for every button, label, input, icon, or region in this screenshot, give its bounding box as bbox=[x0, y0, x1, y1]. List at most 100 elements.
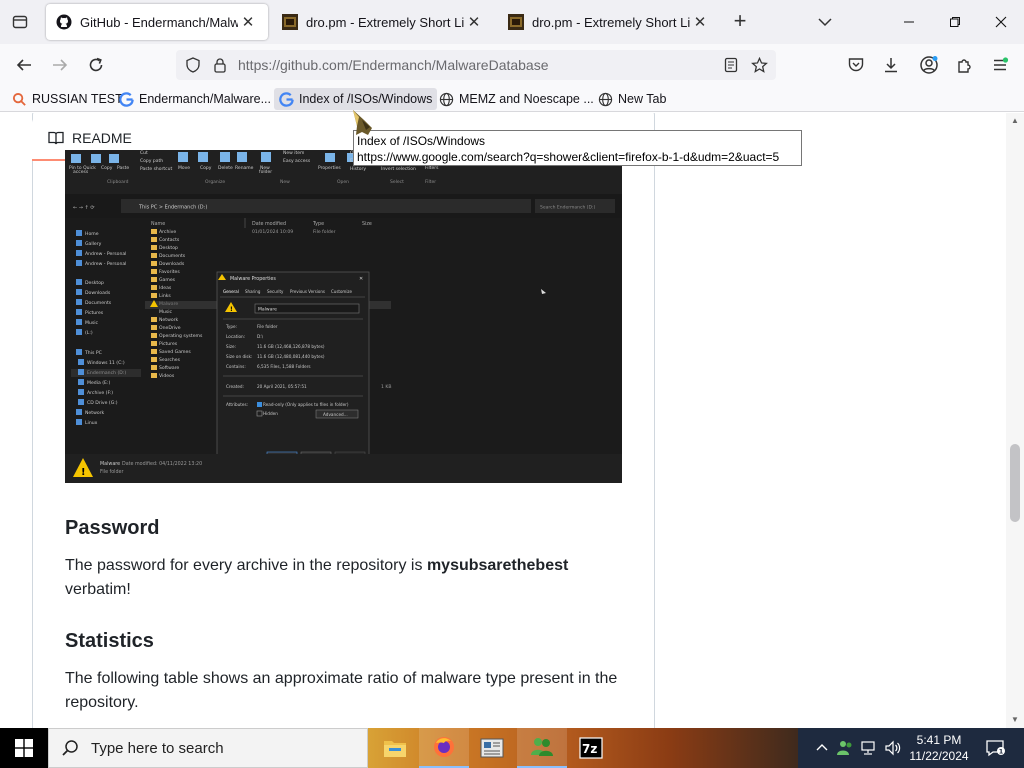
svg-text:✕: ✕ bbox=[359, 276, 363, 282]
bookmark-label: MEMZ and Noescape ... bbox=[459, 92, 594, 106]
reload-button[interactable] bbox=[82, 51, 110, 79]
svg-text:Malware: Malware bbox=[100, 461, 120, 467]
scroll-down-arrow-icon[interactable]: ▼ bbox=[1010, 715, 1020, 725]
start-button[interactable] bbox=[0, 728, 48, 768]
svg-text:File folder: File folder bbox=[100, 469, 124, 475]
svg-text:Delete: Delete bbox=[218, 165, 233, 171]
password-paragraph: The password for every archive in the re… bbox=[65, 554, 635, 602]
search-icon bbox=[62, 740, 78, 756]
new-tab-button[interactable]: + bbox=[728, 10, 752, 34]
pocket-icon bbox=[848, 58, 864, 72]
back-arrow-icon bbox=[16, 59, 31, 71]
close-tab-icon[interactable]: ✕ bbox=[690, 13, 710, 31]
lock-icon[interactable] bbox=[211, 56, 229, 74]
extensions-button[interactable] bbox=[951, 51, 979, 79]
svg-text:Media (E:): Media (E:) bbox=[87, 380, 110, 386]
svg-text:(L:): (L:) bbox=[85, 330, 93, 336]
svg-text:Linux: Linux bbox=[85, 420, 98, 426]
show-hidden-icons-chevron-up-icon[interactable] bbox=[813, 739, 831, 757]
svg-text:Copy path: Copy path bbox=[140, 158, 163, 164]
tab-title: dro.pm - Extremely Short Links bbox=[532, 14, 690, 30]
svg-text:Filter: Filter bbox=[425, 179, 436, 185]
restore-button[interactable] bbox=[932, 0, 978, 44]
svg-text:Network: Network bbox=[159, 317, 179, 323]
bookmark-endermanch[interactable]: Endermanch/Malware... bbox=[114, 88, 276, 110]
readme-title: README bbox=[72, 130, 132, 146]
list-all-tabs-button[interactable] bbox=[814, 12, 836, 32]
svg-text:Date modified: 04/11/2022 13:2: Date modified: 04/11/2022 13:20 bbox=[122, 461, 202, 467]
close-tab-icon[interactable]: ✕ bbox=[464, 13, 484, 31]
svg-text:Size: Size bbox=[362, 221, 372, 227]
url-bar[interactable]: https://github.com/Endermanch/MalwareDat… bbox=[176, 50, 776, 80]
app-menu-button[interactable] bbox=[986, 51, 1014, 79]
tracking-protection-shield-icon[interactable] bbox=[184, 56, 202, 74]
svg-text:1: 1 bbox=[999, 748, 1004, 756]
download-icon bbox=[885, 58, 897, 73]
svg-text:Contains:: Contains: bbox=[226, 364, 246, 369]
svg-text:Ideas: Ideas bbox=[159, 285, 172, 291]
tooltip-url: https://www.google.com/search?q=shower&c… bbox=[357, 150, 780, 164]
taskbar-search-box[interactable]: Type here to search bbox=[48, 728, 368, 768]
tab-dro-pm-2[interactable]: dro.pm - Extremely Short Links ✕ bbox=[498, 4, 720, 40]
svg-text:Videos: Videos bbox=[159, 373, 175, 379]
scroll-up-arrow-icon[interactable]: ▲ bbox=[1010, 116, 1020, 126]
svg-text:Search Endermanch (D:): Search Endermanch (D:) bbox=[540, 205, 595, 211]
bookmark-russian-test[interactable]: RUSSIAN TEST bbox=[7, 88, 128, 110]
dro-pm-icon bbox=[282, 14, 298, 30]
tab-github[interactable]: GitHub - Endermanch/MalwareDatabase ✕ bbox=[46, 4, 268, 40]
reload-icon bbox=[89, 57, 103, 72]
svg-text:Size on disk:: Size on disk: bbox=[226, 354, 252, 359]
svg-text:New: New bbox=[280, 179, 290, 185]
taskbar-firefox[interactable] bbox=[419, 728, 469, 768]
firefox-view-button[interactable] bbox=[0, 0, 40, 44]
pocket-button[interactable] bbox=[842, 51, 870, 79]
svg-text:Documents: Documents bbox=[159, 253, 186, 259]
downloads-button[interactable] bbox=[877, 51, 905, 79]
svg-text:Sharing: Sharing bbox=[245, 289, 261, 294]
svg-text:Home: Home bbox=[85, 231, 99, 237]
close-tab-icon[interactable]: ✕ bbox=[238, 13, 258, 31]
svg-text:File folder: File folder bbox=[257, 324, 278, 329]
bookmark-memz[interactable]: MEMZ and Noescape ... bbox=[434, 88, 599, 110]
svg-text:Move: Move bbox=[178, 165, 190, 171]
google-icon bbox=[279, 91, 294, 107]
taskbar-people-app[interactable] bbox=[517, 728, 567, 768]
reader-view-icon[interactable] bbox=[722, 56, 740, 74]
taskbar-7zip[interactable]: 7z bbox=[566, 728, 616, 768]
svg-text:Pictures: Pictures bbox=[159, 341, 178, 347]
account-button[interactable] bbox=[915, 51, 943, 79]
svg-text:Andrew - Personal: Andrew - Personal bbox=[85, 251, 126, 257]
firefox-icon bbox=[434, 737, 454, 757]
bookmark-star-icon[interactable] bbox=[750, 56, 768, 74]
svg-text:Clipboard: Clipboard bbox=[107, 179, 129, 185]
taskbar-clock[interactable]: 5:41 PM 11/22/2024 bbox=[906, 732, 972, 764]
volume-icon[interactable] bbox=[884, 739, 902, 757]
people-app-icon bbox=[531, 738, 553, 756]
network-icon[interactable] bbox=[860, 739, 878, 757]
page-scrollbar[interactable]: ▲ ▼ bbox=[1006, 113, 1024, 728]
forward-button[interactable] bbox=[46, 51, 74, 79]
svg-text:7z: 7z bbox=[582, 742, 597, 756]
bookmark-index-isos[interactable]: Index of /ISOs/Windows bbox=[274, 88, 438, 110]
taskbar-news-app[interactable] bbox=[467, 728, 517, 768]
people-tray-icon[interactable] bbox=[836, 739, 854, 757]
back-button[interactable] bbox=[10, 51, 38, 79]
svg-text:Windows 11 (C:): Windows 11 (C:) bbox=[87, 360, 125, 366]
notifications-icon[interactable]: 1 bbox=[984, 739, 1006, 757]
dro-pm-icon bbox=[508, 14, 524, 30]
svg-text:!: ! bbox=[230, 306, 233, 313]
svg-text:Type: Type bbox=[312, 221, 324, 227]
scrollbar-thumb[interactable] bbox=[1010, 444, 1020, 522]
taskbar-file-explorer[interactable] bbox=[370, 728, 420, 768]
book-icon bbox=[48, 130, 64, 146]
bookmark-new-tab[interactable]: New Tab bbox=[593, 88, 671, 110]
svg-text:Paste: Paste bbox=[117, 165, 129, 171]
svg-text:Date modified: Date modified bbox=[252, 221, 286, 227]
search-icon bbox=[12, 92, 27, 107]
windows-logo-icon bbox=[15, 739, 33, 757]
svg-text:Favorites: Favorites bbox=[159, 269, 180, 275]
svg-text:History: History bbox=[350, 166, 366, 172]
tab-dro-pm-1[interactable]: dro.pm - Extremely Short Links ✕ bbox=[272, 4, 494, 40]
minimize-button[interactable] bbox=[886, 0, 932, 44]
close-window-button[interactable] bbox=[978, 0, 1024, 44]
